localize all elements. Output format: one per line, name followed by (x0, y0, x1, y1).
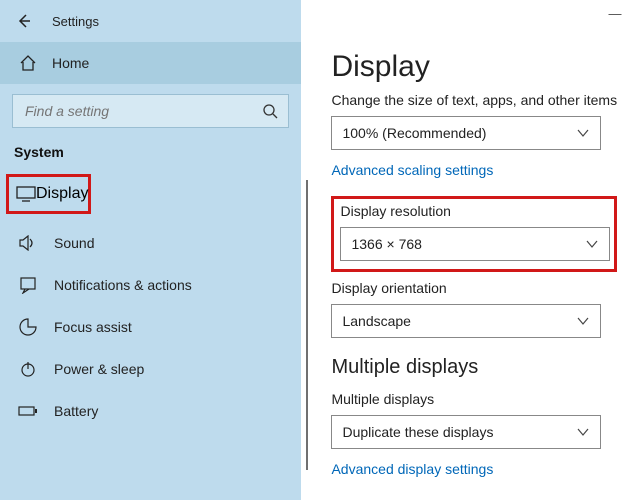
minimize-button[interactable]: — (608, 6, 621, 21)
sidebar-item-notifications[interactable]: Notifications & actions (0, 264, 301, 306)
multiple-displays-heading: Multiple displays (331, 356, 617, 379)
notifications-icon (16, 276, 40, 294)
sidebar-item-power-sleep[interactable]: Power & sleep (0, 348, 301, 390)
sidebar-item-label: Battery (54, 403, 98, 419)
sidebar-home-label: Home (52, 55, 89, 71)
titlebar: Settings (0, 0, 301, 42)
scale-value: 100% (Recommended) (342, 125, 486, 141)
chevron-down-icon (576, 126, 590, 140)
sidebar-home[interactable]: Home (0, 42, 301, 84)
scale-label: Change the size of text, apps, and other… (331, 92, 617, 108)
multiple-displays-select[interactable]: Duplicate these displays (331, 415, 601, 449)
orientation-label: Display orientation (331, 280, 617, 296)
sidebar-item-sound[interactable]: Sound (0, 222, 301, 264)
resolution-highlight: Display resolution 1366 × 768 (331, 196, 617, 272)
battery-icon (16, 404, 40, 418)
window-title: Settings (52, 14, 99, 29)
main-content: — Display Change the size of text, apps,… (301, 0, 631, 500)
display-icon (16, 186, 36, 202)
search-box[interactable] (12, 94, 289, 128)
multiple-displays-value: Duplicate these displays (342, 424, 493, 440)
sidebar-item-focus-assist[interactable]: Focus assist (0, 306, 301, 348)
sidebar: Settings Home System Display (0, 0, 301, 500)
sidebar-item-display[interactable]: Display (6, 174, 91, 214)
chevron-down-icon (576, 425, 590, 439)
power-icon (16, 360, 40, 378)
resolution-label: Display resolution (340, 203, 608, 219)
sidebar-item-label: Display (36, 185, 88, 203)
orientation-select[interactable]: Landscape (331, 304, 601, 338)
chevron-down-icon (585, 237, 599, 251)
back-button[interactable] (8, 5, 40, 37)
scale-select[interactable]: 100% (Recommended) (331, 116, 601, 150)
advanced-display-link[interactable]: Advanced display settings (331, 461, 493, 477)
home-icon (16, 54, 40, 72)
resolution-value: 1366 × 768 (351, 236, 421, 252)
sidebar-item-label: Focus assist (54, 319, 132, 335)
orientation-value: Landscape (342, 313, 411, 329)
chevron-down-icon (576, 314, 590, 328)
sidebar-item-label: Sound (54, 235, 94, 251)
arrow-left-icon (16, 13, 32, 29)
sidebar-category: System (0, 134, 301, 174)
sidebar-item-label: Notifications & actions (54, 277, 192, 293)
search-input[interactable] (23, 102, 262, 120)
focus-assist-icon (16, 318, 40, 336)
resolution-select[interactable]: 1366 × 768 (340, 227, 610, 261)
search-icon (262, 103, 278, 119)
sidebar-item-label: Power & sleep (54, 361, 144, 377)
advanced-scaling-link[interactable]: Advanced scaling settings (331, 162, 493, 178)
multiple-displays-label: Multiple displays (331, 391, 617, 407)
page-title: Display (331, 50, 617, 84)
sound-icon (16, 235, 40, 251)
sidebar-item-battery[interactable]: Battery (0, 390, 301, 432)
